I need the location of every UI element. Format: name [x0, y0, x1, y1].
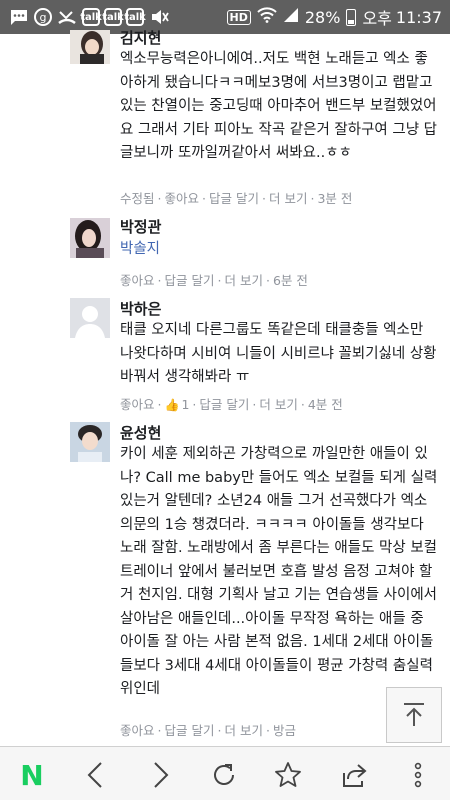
- time-period: 오후: [362, 9, 392, 28]
- forward-icon: [154, 762, 169, 788]
- forward-button[interactable]: [140, 755, 180, 795]
- naver-logo: N: [20, 758, 44, 792]
- like-count[interactable]: 1: [181, 397, 189, 412]
- timestamp: 4분 전: [307, 397, 343, 412]
- more-link[interactable]: 더 보기: [224, 273, 262, 288]
- message-icon: [8, 6, 30, 28]
- avatar[interactable]: [70, 30, 110, 64]
- comment-actions: 좋아요 · 답글 달기 · 더 보기 · 6분 전: [120, 273, 308, 288]
- battery-icon: [346, 8, 357, 26]
- more-menu-button[interactable]: [398, 755, 438, 795]
- comment-author[interactable]: 김지현: [120, 27, 161, 48]
- signal-icon: [283, 7, 299, 27]
- back-icon: [87, 762, 102, 788]
- more-link[interactable]: 더 보기: [269, 191, 307, 206]
- comment-author[interactable]: 윤성현: [120, 422, 161, 443]
- talk-icon: talk: [80, 8, 102, 26]
- comment-actions: 좋아요 · 👍 1 · 답글 달기 · 더 보기 · 4분 전: [120, 397, 343, 412]
- talk-icon: talk: [124, 8, 146, 26]
- comment-text: 태클 오지네 다른그룹도 똑같은데 태클충들 엑소만 나왓다하며 시비여 니들이…: [120, 322, 437, 385]
- timestamp: 방금: [272, 723, 296, 738]
- reload-button[interactable]: [204, 755, 244, 795]
- reply-link[interactable]: 답글 달기: [165, 723, 215, 738]
- share-icon: [343, 764, 367, 787]
- like-link[interactable]: 좋아요: [165, 191, 200, 206]
- avatar[interactable]: [70, 218, 110, 258]
- naver-home-button[interactable]: N: [12, 755, 52, 795]
- like-link[interactable]: 좋아요: [120, 397, 155, 412]
- reply-link[interactable]: 답글 달기: [165, 273, 215, 288]
- battery-percent: 28%: [304, 7, 341, 27]
- bookmark-star-icon: [275, 762, 301, 787]
- reply-link[interactable]: 답글 달기: [199, 397, 249, 412]
- comment-actions: 좋아요 · 답글 달기 · 더 보기 · 방금: [120, 723, 296, 738]
- reload-icon: [214, 764, 234, 785]
- bookmark-button[interactable]: [268, 755, 308, 795]
- edited-label: 수정됨: [120, 191, 155, 206]
- more-link[interactable]: 더 보기: [259, 397, 297, 412]
- comment-author[interactable]: 박하은: [120, 298, 161, 319]
- g-icon: g: [34, 8, 52, 26]
- avatar[interactable]: [70, 422, 110, 462]
- share-button[interactable]: [334, 755, 374, 795]
- back-button[interactable]: [76, 755, 116, 795]
- timestamp: 6분 전: [272, 273, 308, 288]
- missed-call-icon: [56, 6, 78, 28]
- more-menu-icon: [414, 762, 422, 788]
- comment-text: 카이 세훈 제외하곤 가창력으로 까일만한 애들이 있나? Call me ba…: [120, 446, 438, 697]
- status-bar: g talk talk talk HD 28% 오후 11:37: [0, 0, 450, 34]
- scroll-to-top-button[interactable]: [386, 687, 442, 743]
- timestamp: 3분 전: [317, 191, 353, 206]
- reply-link[interactable]: 답글 달기: [209, 191, 259, 206]
- thumbs-up-icon: 👍: [164, 398, 180, 412]
- system-status: HD 28% 오후 11:37: [221, 5, 442, 29]
- arrow-up-icon: [404, 703, 424, 726]
- avatar[interactable]: [70, 298, 110, 338]
- tagged-user-link[interactable]: 박솔지: [120, 238, 438, 262]
- mute-icon: [148, 6, 170, 28]
- clock: 11:37: [395, 7, 442, 27]
- comment-text: 엑소무능력은아니에여..저도 백현 노래듣고 엑소 좋아하게 됐습니다ㅋㅋ메보3…: [120, 51, 438, 161]
- wifi-icon: [257, 7, 277, 27]
- comment-actions: 수정됨 · 좋아요 · 답글 달기 · 더 보기 · 3분 전: [120, 191, 353, 206]
- hd-voice-icon: HD: [226, 9, 251, 25]
- comment-author[interactable]: 박정관: [120, 216, 161, 237]
- notification-icons: g talk talk talk: [8, 5, 174, 29]
- browser-toolbar: N: [0, 746, 450, 800]
- talk-icon: talk: [102, 8, 124, 26]
- more-link[interactable]: 더 보기: [224, 723, 262, 738]
- like-link[interactable]: 좋아요: [120, 723, 155, 738]
- like-link[interactable]: 좋아요: [120, 273, 155, 288]
